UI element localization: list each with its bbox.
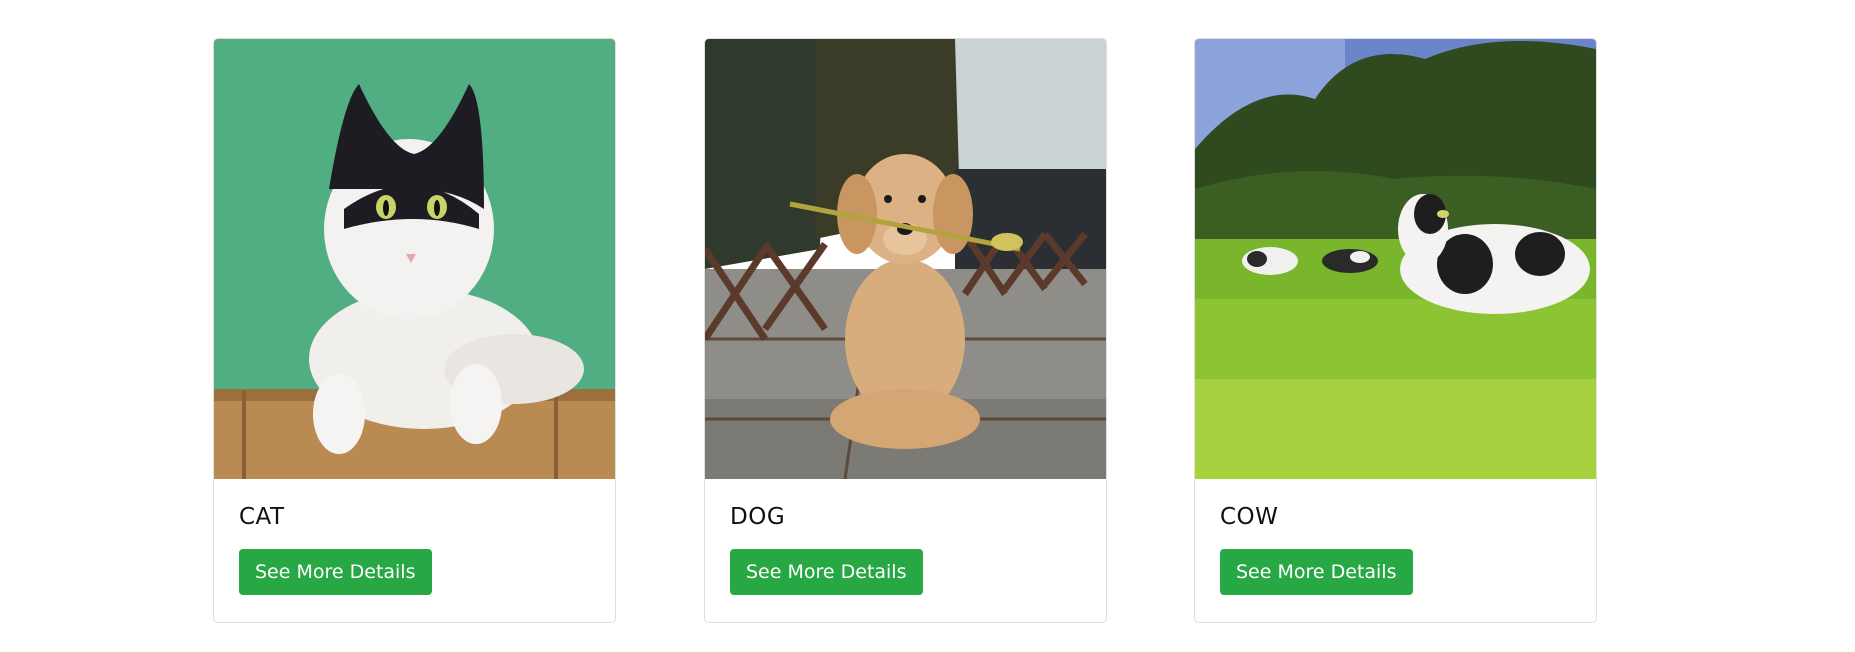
card-cow: COW See More Details — [1194, 38, 1597, 623]
see-more-details-button[interactable]: See More Details — [239, 549, 432, 595]
dog-image — [705, 39, 1106, 479]
card-cat: CAT See More Details — [213, 38, 616, 623]
card-body: DOG See More Details — [705, 479, 1106, 595]
card-title: CAT — [239, 504, 285, 530]
see-more-details-button[interactable]: See More Details — [730, 549, 923, 595]
card-dog: DOG See More Details — [704, 38, 1107, 623]
card-grid: CAT See More Details DOG See More Detail… — [0, 0, 1855, 652]
cow-image — [1195, 39, 1596, 479]
card-body: CAT See More Details — [214, 479, 615, 595]
see-more-details-button[interactable]: See More Details — [1220, 549, 1413, 595]
cat-image — [214, 39, 615, 479]
card-body: COW See More Details — [1195, 479, 1596, 595]
card-title: DOG — [730, 504, 786, 530]
card-title: COW — [1220, 504, 1279, 530]
